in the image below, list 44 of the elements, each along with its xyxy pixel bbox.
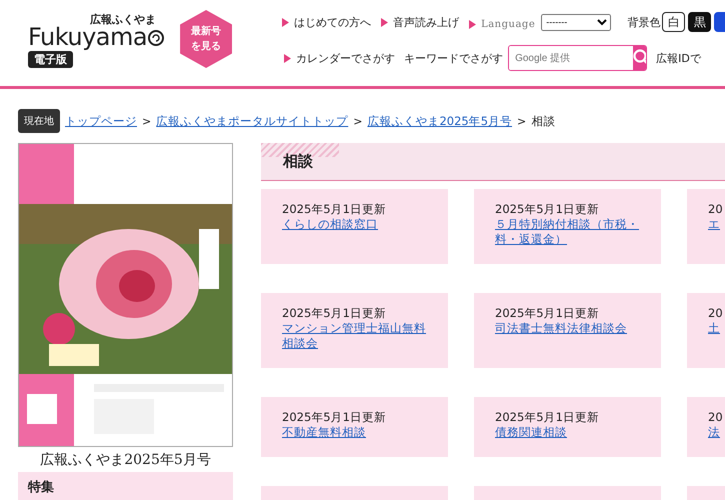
update-date: 20 [708,410,724,425]
article-link[interactable]: ５月特別納付相談（市税・料・返還金） [495,217,640,247]
section-title: 特集 [28,480,54,495]
breadcrumb-link[interactable]: 広報ふくやまポータルサイトトップ [156,114,348,128]
breadcrumb-separator: > [142,114,152,128]
id-search-label: 広報IDで [656,50,701,66]
logo-title: 広報ふくやま [90,12,156,26]
article-link[interactable]: 土 [708,321,725,336]
update-date: 2025年5月1日更新 [495,202,600,217]
language-label: Language [481,18,536,30]
article-link[interactable]: マンション管理士福山無料相談会 [282,321,427,351]
keyword-search-label: キーワードでさがす [404,50,504,66]
article-link[interactable]: 不動産無料相談 [282,425,427,440]
language-select[interactable]: ------- [541,14,612,30]
article-link[interactable]: 債務関連相談 [495,425,640,440]
update-date: 2025年5月1日更新 [495,410,600,425]
breadcrumb-link[interactable]: 広報ふくやま2025年5月号 [367,114,512,128]
background-color-button[interactable]: 黒 [688,12,712,32]
background-color-label: 背景色 [627,14,660,30]
update-date: 2025年5月1日更新 [282,306,387,321]
header-link[interactable]: はじめての方へ [294,14,372,30]
current-location-label: 現在地 [18,109,60,133]
update-date: 2025年5月1日更新 [282,202,387,217]
article-link[interactable]: くらしの相談窓口 [282,217,427,232]
breadcrumb-current: 相談 [531,114,556,128]
breadcrumb-separator: > [517,114,526,128]
update-date: 2025年5月1日更新 [495,306,600,321]
logo-wordmark: Fukuyama [28,24,148,50]
logo-badge: 電子版 [28,51,73,68]
breadcrumb-link[interactable]: トップページ [65,114,137,128]
breadcrumb-separator: > [353,114,362,128]
update-date: 2025年5月1日更新 [282,410,387,425]
article-link[interactable]: エ [708,217,725,232]
background-color-button[interactable]: 白 [662,12,686,32]
header-link[interactable]: 音声読み上げ [393,14,460,30]
issue-caption[interactable]: 広報ふくやま2025年5月号 [18,451,233,469]
update-date: 20 [708,202,724,217]
update-date: 20 [708,306,724,321]
article-link[interactable]: 法 [708,425,725,440]
latest-issue-button[interactable]: 最新号を見る [180,10,232,68]
article-link[interactable]: 司法書士無料法律相談会 [495,321,640,336]
header-link[interactable]: カレンダーでさがす [296,50,396,66]
search-field[interactable]: Google 提供 [508,45,648,71]
page-heading: 相談 [283,152,313,171]
